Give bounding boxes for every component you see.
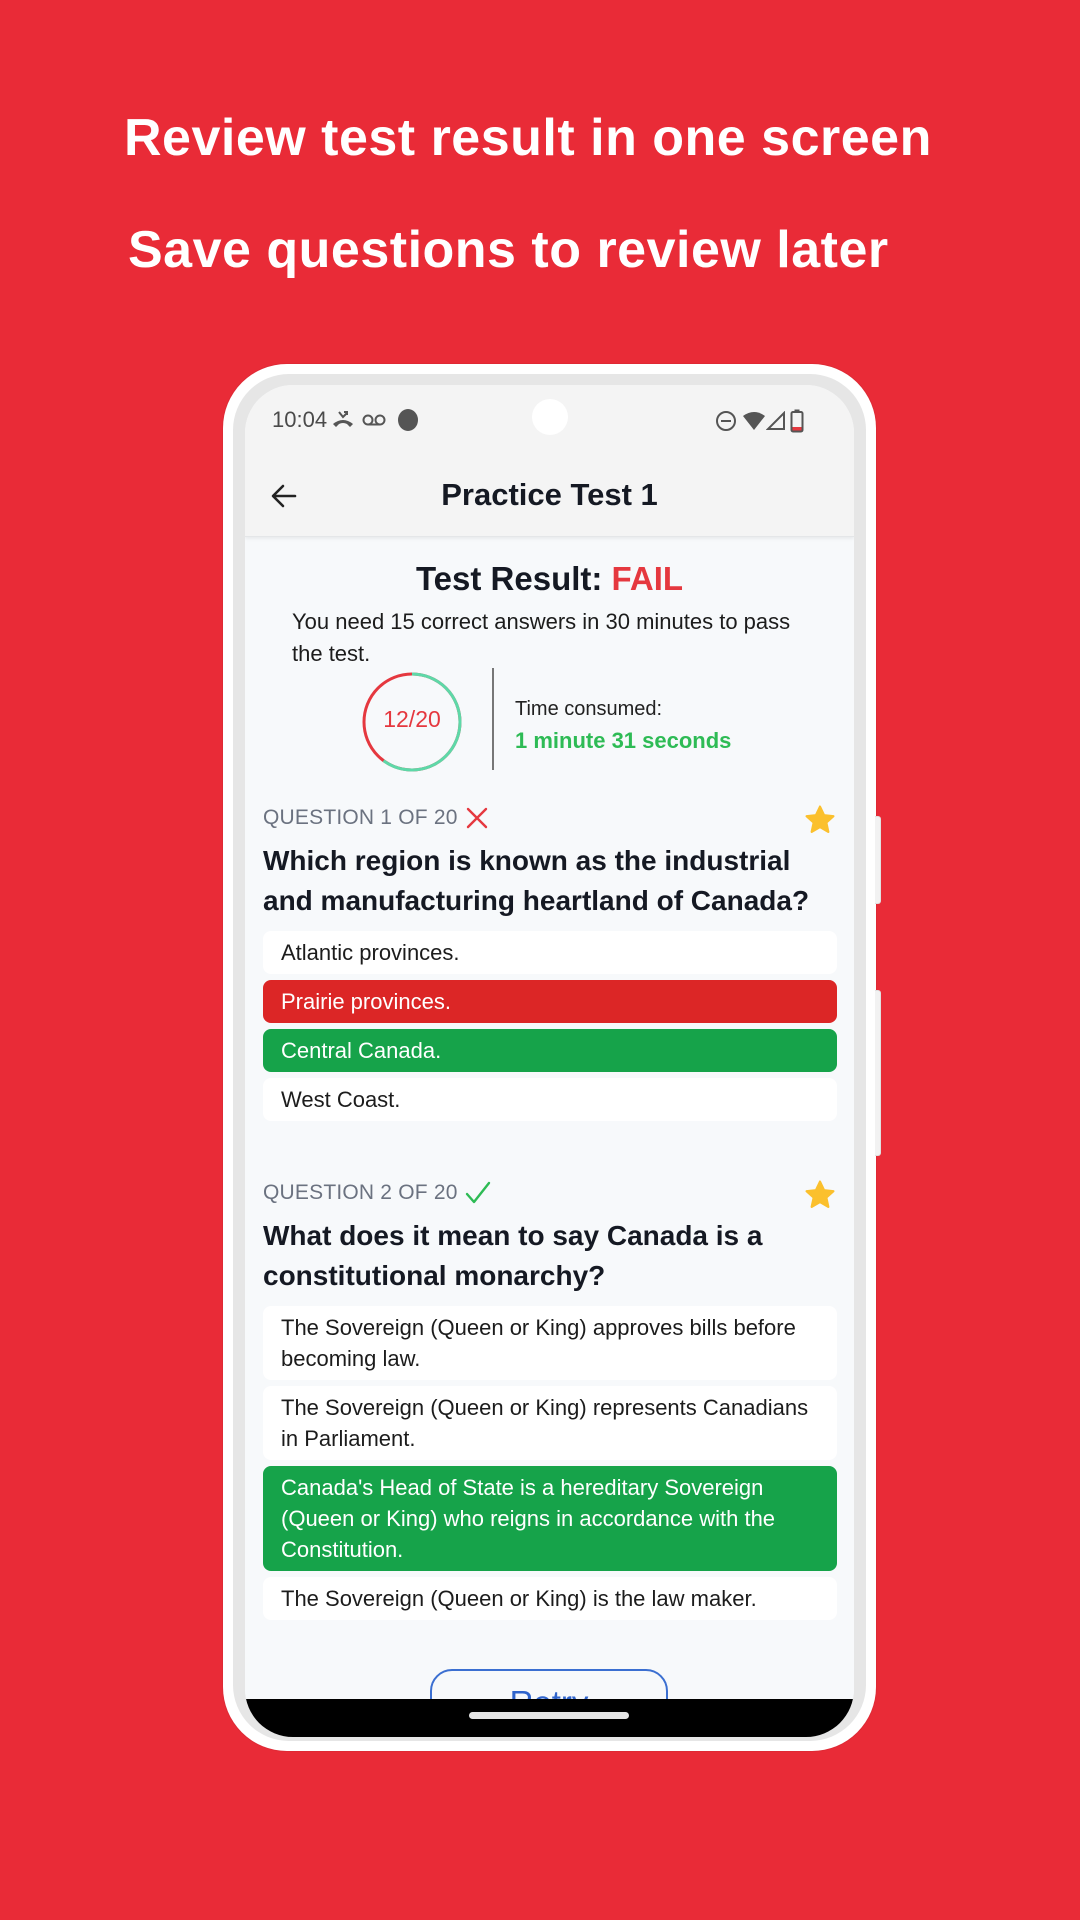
question-card: QUESTION 2 OF 20 What does it mean to sa… [263,1178,837,1620]
system-nav-bar [245,1699,854,1737]
cellular-signal-icon [765,410,786,435]
test-result-label: Test Result: [415,560,612,597]
wifi-icon [742,411,766,435]
answer-option[interactable]: The Sovereign (Queen or King) is the law… [263,1577,837,1620]
do-not-disturb-icon [715,410,737,436]
voicemail-icon [362,412,386,431]
phone-frame: 10:04 Practice Test 1 Test Result: FAIL … [223,364,881,1751]
question-number-label: QUESTION 1 OF 20 [263,803,837,833]
answer-options: Atlantic provinces. Prairie provinces. C… [263,931,837,1121]
question-number-text: QUESTION 2 OF 20 [263,1181,458,1204]
phone-volume-button [875,990,881,1156]
status-time: 10:04 [272,407,328,432]
home-gesture-handle[interactable] [469,1712,629,1719]
check-icon [465,1181,490,1204]
result-divider [492,668,494,770]
app-bar: Practice Test 1 [245,455,854,537]
result-content[interactable]: Test Result: FAIL You need 15 correct an… [245,538,854,1653]
question-text: What does it mean to say Canada is a con… [263,1220,763,1291]
promo-headline-1: Review test result in one screen [124,109,932,167]
bookmark-star-button[interactable] [803,803,837,837]
question-number-label: QUESTION 2 OF 20 [263,1178,837,1208]
star-icon [805,1180,835,1208]
answer-option[interactable]: Atlantic provinces. [263,931,837,974]
bookmark-star-button[interactable] [803,1178,837,1212]
answer-options: The Sovereign (Queen or King) approves b… [263,1306,837,1620]
missed-call-icon [331,409,355,433]
question-number-text: QUESTION 1 OF 20 [263,806,458,829]
pass-requirement-text: You need 15 correct answers in 30 minute… [292,609,791,666]
score-text: 12/20 [383,706,441,732]
answer-option-correct[interactable]: Canada's Head of State is a hereditary S… [263,1466,837,1571]
phone-screen: 10:04 Practice Test 1 Test Result: FAIL … [245,385,854,1737]
front-camera [532,399,568,435]
star-icon [805,805,835,833]
status-bar: 10:04 [245,385,854,455]
answer-option-wrong[interactable]: Prairie provinces. [263,980,837,1023]
answer-option[interactable]: West Coast. [263,1078,837,1121]
answer-option[interactable]: The Sovereign (Queen or King) represents… [263,1386,837,1460]
answer-option-correct[interactable]: Central Canada. [263,1029,837,1072]
test-result-status: FAIL [611,560,684,597]
time-consumed-value: 1 minute 31 seconds [515,728,732,753]
battery-low-icon [790,409,804,437]
phone-power-button [875,816,881,904]
time-consumed-label: Time consumed: [515,698,663,720]
notification-dot-icon [397,408,419,436]
answer-option[interactable]: The Sovereign (Queen or King) approves b… [263,1306,837,1380]
promo-headline-2: Save questions to review later [128,221,889,279]
page-title: Practice Test 1 [441,477,658,512]
question-text: Which region is known as the industrial … [263,845,810,916]
test-result-heading: Test Result: FAIL [245,560,854,598]
question-card: QUESTION 1 OF 20 Which region is known a… [263,803,837,1121]
cross-icon [466,807,487,829]
